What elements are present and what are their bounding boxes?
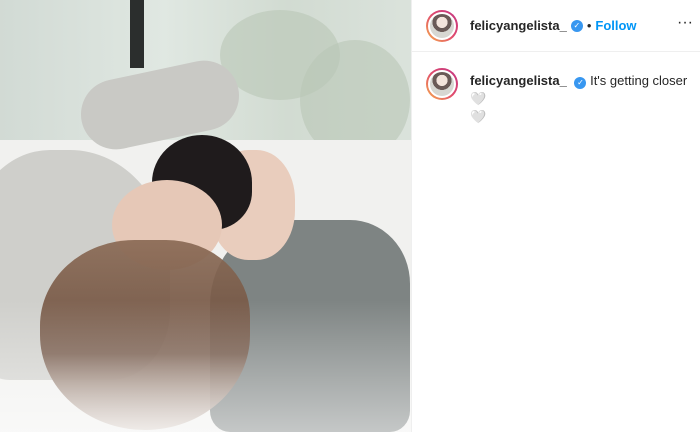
avatar-image [428, 70, 456, 98]
post-photo[interactable] [0, 0, 411, 432]
post-header: felicyangelista_ ✓ • Follow ··· [412, 0, 700, 52]
more-options-icon[interactable]: ··· [677, 14, 693, 32]
post-side-panel: felicyangelista_ ✓ • Follow ··· felicyan… [411, 0, 700, 432]
instagram-post: felicyangelista_ ✓ • Follow ··· felicyan… [0, 0, 700, 432]
avatar[interactable] [426, 9, 458, 42]
caption-avatar[interactable] [426, 68, 458, 100]
avatar-image [428, 11, 456, 40]
verified-badge-icon: ✓ [570, 19, 583, 32]
separator-dot: • [586, 18, 592, 33]
caption-overflow: 🤍 [470, 109, 487, 124]
verified-badge-icon: ✓ [574, 77, 587, 89]
light-flare [0, 300, 411, 432]
caption-row: felicyangelista_ ✓ It's getting closer🤍 … [426, 68, 694, 126]
username-link[interactable]: felicyangelista_ [470, 18, 567, 33]
follow-button[interactable]: Follow [595, 18, 636, 33]
window-frame [130, 0, 144, 68]
caption-username-link[interactable]: felicyangelista_ [470, 73, 567, 88]
caption: felicyangelista_ ✓ It's getting closer🤍 … [470, 68, 694, 126]
